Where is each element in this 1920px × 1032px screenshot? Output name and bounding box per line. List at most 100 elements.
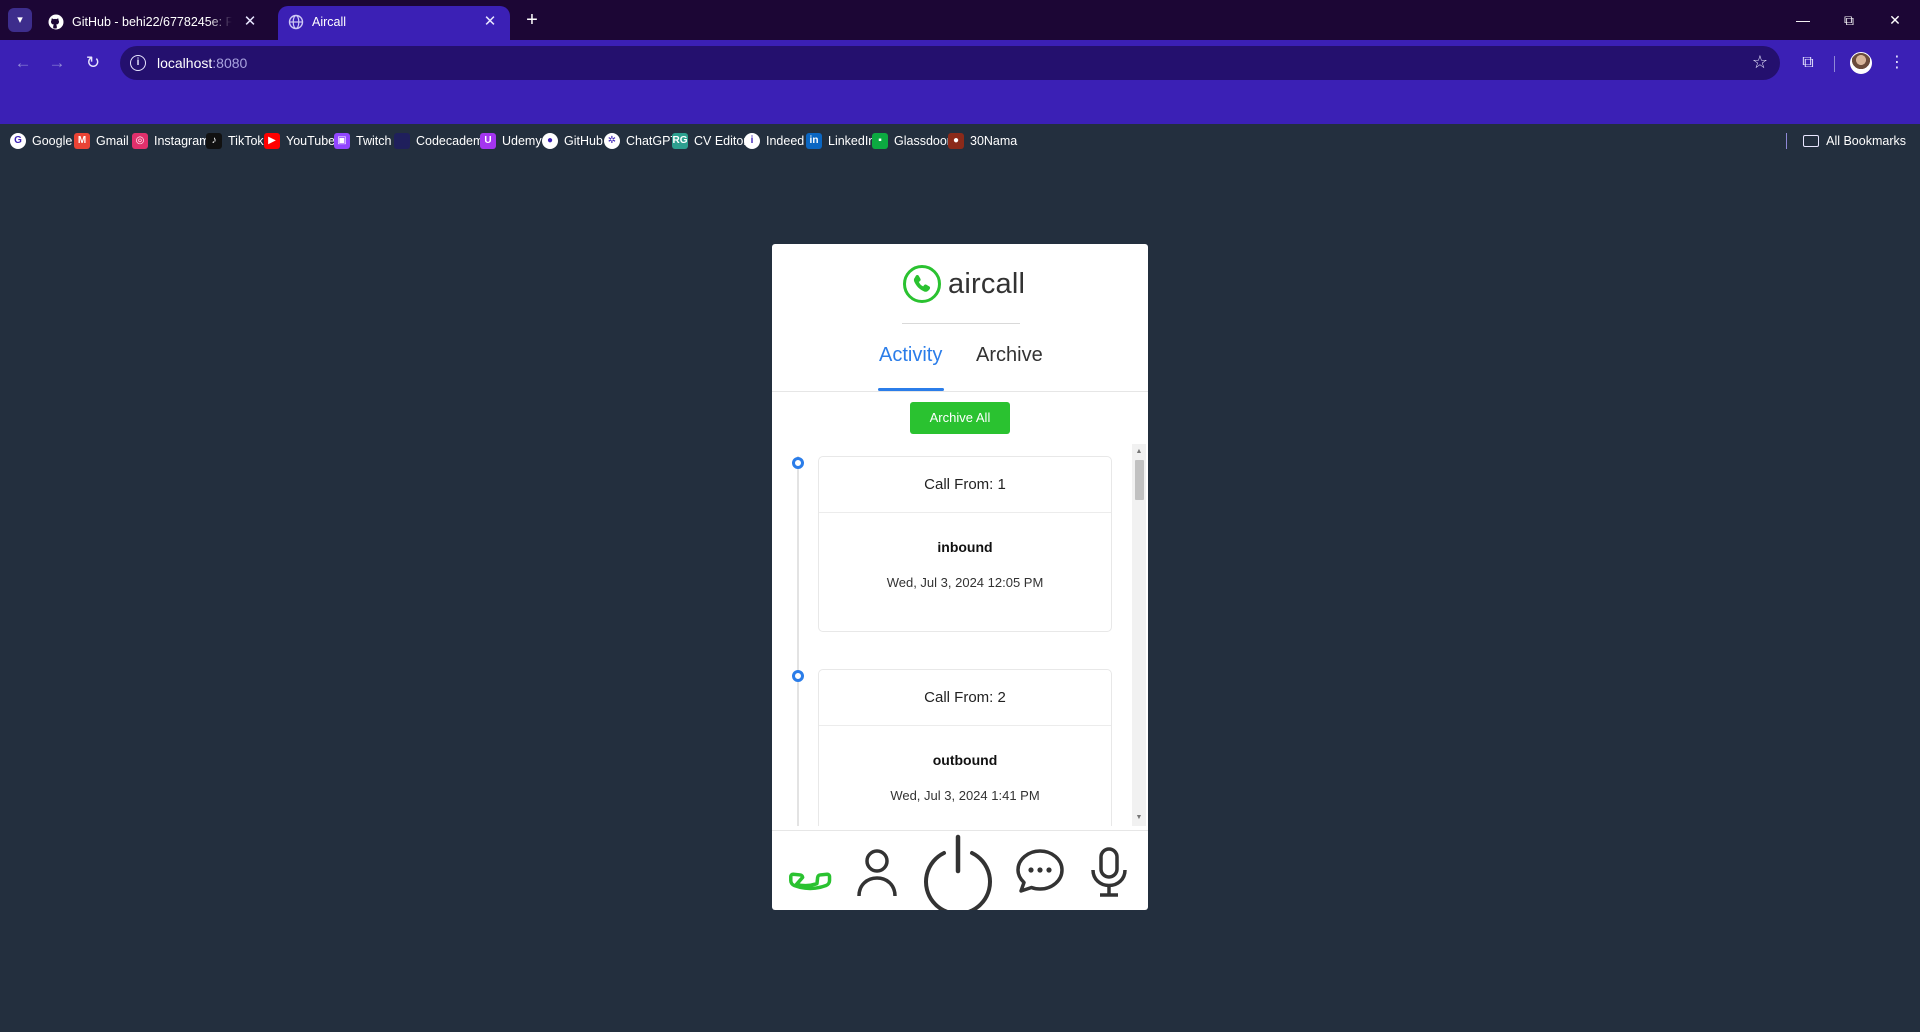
glassdoor-icon: ▪ — [872, 133, 888, 149]
profile-avatar[interactable] — [1850, 52, 1872, 74]
site-info-icon[interactable]: i — [130, 55, 146, 71]
back-icon[interactable]: ← — [10, 50, 36, 76]
bookmarks-bar: G Google M Gmail ◎ Instagram ♪ TikTok ▶ YouTube ▣ T… — [0, 126, 1920, 154]
tab-github[interactable]: GitHub - behi22/6778245e: Fro ✕ — [38, 6, 270, 40]
menu-icon[interactable]: ⋮ — [1884, 50, 1910, 76]
bookmark-label: YouTube — [286, 134, 336, 148]
instagram-icon: ◎ — [132, 133, 148, 149]
bookmark-codecademy[interactable]: Codecademy — [394, 130, 490, 152]
bookmark-label: LinkedIn — [828, 134, 876, 148]
bookmark-label: Udemy — [502, 134, 542, 148]
github-icon — [48, 14, 64, 30]
feed-scrollbar[interactable]: ▲ ▼ — [1132, 444, 1146, 826]
bookmark-chatgpt[interactable]: ✲ ChatGPT — [604, 130, 678, 152]
bookmark-label: Twitch — [356, 134, 392, 148]
bookmark-github[interactable]: ● GitHub — [542, 130, 603, 152]
tab-search-button[interactable]: ▾ — [8, 8, 32, 32]
globe-icon — [288, 14, 304, 30]
contact-icon[interactable] — [852, 831, 902, 910]
bookmark-label: Glassdoor — [894, 134, 951, 148]
bookmark-twitch[interactable]: ▣ Twitch — [334, 130, 391, 152]
bookmark-label: Gmail — [96, 134, 129, 148]
bookmark-cv-editor[interactable]: RG CV Editor — [672, 130, 748, 152]
call-direction: outbound — [932, 752, 998, 768]
tab-activity[interactable]: Activity — [879, 344, 942, 367]
scroll-down-icon[interactable]: ▼ — [1132, 812, 1146, 824]
udemy-icon: U — [480, 133, 496, 149]
power-icon[interactable] — [920, 831, 996, 910]
bookmark-label: ChatGPT — [626, 134, 679, 148]
scroll-up-icon[interactable]: ▲ — [1132, 446, 1146, 458]
new-tab-button[interactable]: + — [520, 8, 544, 32]
bookmark-label: Instagram — [154, 134, 210, 148]
timeline-line — [797, 456, 799, 826]
call-date: Wed, Jul 3, 2024 1:41 PM — [890, 788, 1040, 803]
github-icon: ● — [542, 133, 558, 149]
bookmark-indeed[interactable]: i Indeed — [744, 130, 804, 152]
call-card[interactable]: Call From: 2 outbound Wed, Jul 3, 2024 1… — [818, 669, 1112, 826]
reload-icon[interactable]: ↻ — [80, 50, 106, 76]
bookmarks-divider — [1786, 133, 1788, 149]
bookmark-label: Codecademy — [416, 134, 490, 148]
tab-archive[interactable]: Archive — [976, 344, 1043, 367]
active-tab-indicator — [878, 388, 944, 391]
browser-tab-strip: ▾ GitHub - behi22/6778245e: Fro ✕ Aircal… — [0, 0, 1920, 40]
bookmark-udemy[interactable]: U Udemy — [480, 130, 542, 152]
extensions-icon[interactable]: ⧉ — [1795, 50, 1821, 76]
bookmark-label: GitHub — [564, 134, 603, 148]
bookmark-star-icon[interactable]: ☆ — [1752, 52, 1768, 73]
chatgpt-icon: ✲ — [604, 133, 620, 149]
aircall-logo-icon — [903, 265, 941, 303]
restore-icon[interactable]: ⧉ — [1826, 8, 1872, 32]
url-text: localhost:8080 — [157, 55, 248, 71]
logo-wordmark: aircall — [948, 267, 1026, 300]
codecademy-icon — [394, 133, 410, 149]
linkedin-icon: in — [806, 133, 822, 149]
archive-all-button[interactable]: Archive All — [910, 402, 1010, 434]
address-bar[interactable]: i localhost:8080 ☆ — [120, 46, 1780, 80]
microphone-icon[interactable] — [1084, 831, 1134, 910]
bookmark-gmail[interactable]: M Gmail — [74, 130, 129, 152]
call-direction: inbound — [937, 539, 993, 555]
bookmark-linkedin[interactable]: in LinkedIn — [806, 130, 875, 152]
tiktok-icon: ♪ — [206, 133, 222, 149]
close-window-icon[interactable]: ✕ — [1872, 8, 1918, 32]
all-bookmarks-button[interactable]: All Bookmarks — [1786, 130, 1906, 152]
bookmark-tiktok[interactable]: ♪ TikTok — [206, 130, 264, 152]
bookmark-google[interactable]: G Google — [10, 130, 72, 152]
bookmark-instagram[interactable]: ◎ Instagram — [132, 130, 210, 152]
call-from: Call From: 1 — [819, 457, 1111, 513]
bookmark-label: Indeed — [766, 134, 805, 148]
youtube-icon: ▶ — [264, 133, 280, 149]
scroll-thumb[interactable] — [1135, 460, 1144, 500]
tab-title: Aircall — [312, 15, 347, 29]
close-tab-icon[interactable]: ✕ — [240, 12, 260, 32]
phone-icon[interactable] — [782, 831, 842, 910]
tab-title: GitHub - behi22/6778245e: Fro — [72, 15, 232, 29]
aircall-logo: aircall — [902, 264, 1025, 304]
indeed-icon: i — [744, 133, 760, 149]
bookmark-youtube[interactable]: ▶ YouTube — [264, 130, 335, 152]
bookmark-30nama[interactable]: ● 30Nama — [948, 130, 1017, 152]
twitch-icon: ▣ — [334, 133, 350, 149]
call-card[interactable]: Call From: 1 inbound Wed, Jul 3, 2024 12… — [818, 456, 1112, 632]
call-from: Call From: 2 — [819, 670, 1111, 726]
30nama-icon: ● — [948, 133, 964, 149]
all-bookmarks-label: All Bookmarks — [1826, 134, 1906, 148]
toolbar-divider — [1834, 56, 1835, 72]
forward-icon[interactable]: → — [44, 50, 70, 76]
call-feed[interactable]: Call From: 1 inbound Wed, Jul 3, 2024 12… — [772, 444, 1148, 826]
folder-icon — [1803, 135, 1820, 147]
bookmark-label: CV Editor — [694, 134, 748, 148]
tab-aircall[interactable]: Aircall ✕ — [278, 6, 510, 40]
bookmark-glassdoor[interactable]: ▪ Glassdoor — [872, 130, 951, 152]
minimize-icon[interactable]: — — [1780, 8, 1826, 32]
chat-icon[interactable] — [1012, 831, 1068, 910]
close-tab-icon[interactable]: ✕ — [480, 12, 500, 32]
call-date: Wed, Jul 3, 2024 12:05 PM — [886, 575, 1044, 590]
activity-tabs: Activity Archive — [772, 340, 1148, 392]
bottom-nav — [772, 830, 1148, 910]
gmail-icon: M — [74, 133, 90, 149]
timeline-dot — [792, 670, 804, 682]
divider — [902, 323, 1020, 324]
